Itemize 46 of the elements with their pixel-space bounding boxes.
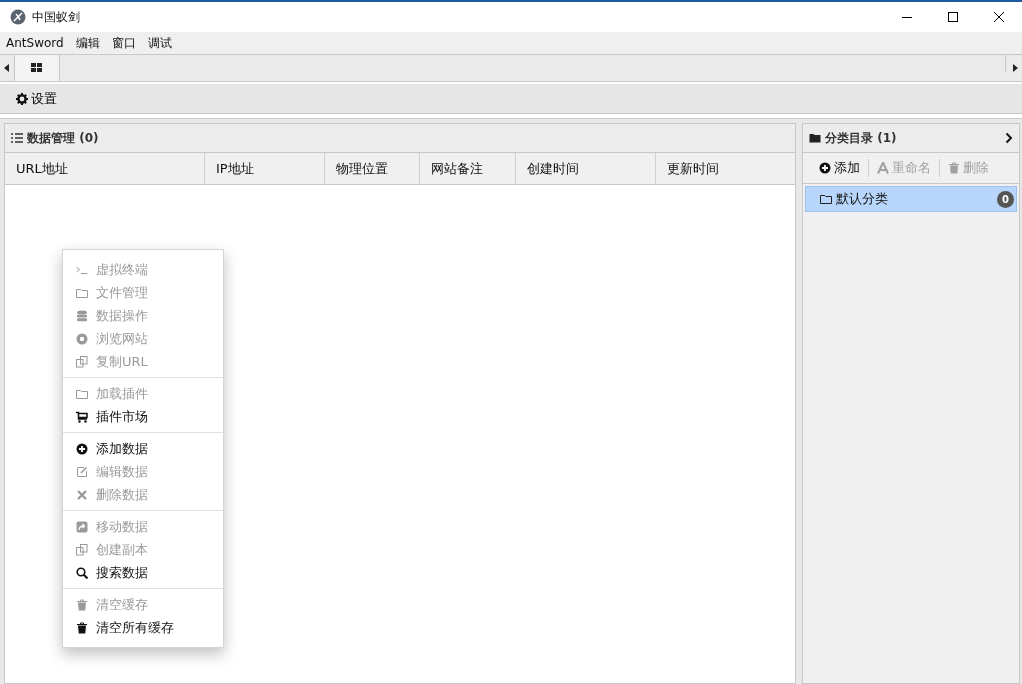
panel-title: 数据管理 (0) (27, 129, 99, 147)
menu-item[interactable]: AntSword (6, 36, 64, 50)
column-header[interactable]: 物理位置 (325, 153, 420, 184)
count-badge: 0 (997, 190, 1014, 208)
trash-icon (948, 162, 960, 174)
tab[interactable] (14, 55, 60, 81)
context-menu-item[interactable]: 插件市场 (63, 405, 223, 428)
database-icon (76, 309, 88, 322)
delete-icon (76, 488, 88, 501)
folder-icon (76, 387, 88, 400)
app-logo-icon (10, 9, 26, 25)
add-icon (76, 442, 88, 455)
context-menu-item[interactable]: 添加数据 (63, 437, 223, 460)
trash-icon (76, 621, 88, 634)
window-title: 中国蚁剑 (32, 8, 80, 26)
category-item[interactable]: 默认分类 0 (805, 186, 1017, 212)
cart-icon (76, 410, 88, 423)
grid-icon (31, 63, 43, 73)
copy-icon (76, 355, 88, 368)
search-icon (76, 566, 88, 579)
menu-item[interactable]: 调试 (147, 34, 172, 52)
share-icon (76, 520, 88, 533)
column-header[interactable]: 更新时间 (656, 153, 795, 184)
column-header[interactable]: 创建时间 (516, 153, 656, 184)
category-name: 默认分类 (836, 190, 889, 208)
list-icon (11, 132, 23, 144)
context-menu-item[interactable]: 清空所有缓存 (63, 616, 223, 639)
menu-item[interactable]: 窗口 (111, 34, 136, 52)
menu-item[interactable]: 编辑 (75, 34, 100, 52)
column-header[interactable]: 网站备注 (420, 153, 516, 184)
folder-icon (809, 132, 821, 144)
column-header[interactable]: IP地址 (205, 153, 325, 184)
panel-title: 分类目录 (1) (825, 129, 897, 147)
settings-button[interactable]: 设置 (12, 87, 61, 110)
folder-icon (820, 193, 832, 205)
copy-icon (76, 543, 88, 556)
chevron-right-icon[interactable] (1005, 132, 1013, 144)
font-icon (877, 162, 889, 174)
edit-icon (76, 465, 88, 478)
add-icon (819, 162, 831, 174)
trash-icon (76, 598, 88, 611)
folder-icon (76, 286, 88, 299)
column-header[interactable]: URL地址 (5, 153, 205, 184)
category-action-button[interactable]: 添加 (811, 159, 869, 177)
settings-icon (16, 92, 28, 105)
context-menu-item[interactable]: 搜索数据 (63, 561, 223, 584)
